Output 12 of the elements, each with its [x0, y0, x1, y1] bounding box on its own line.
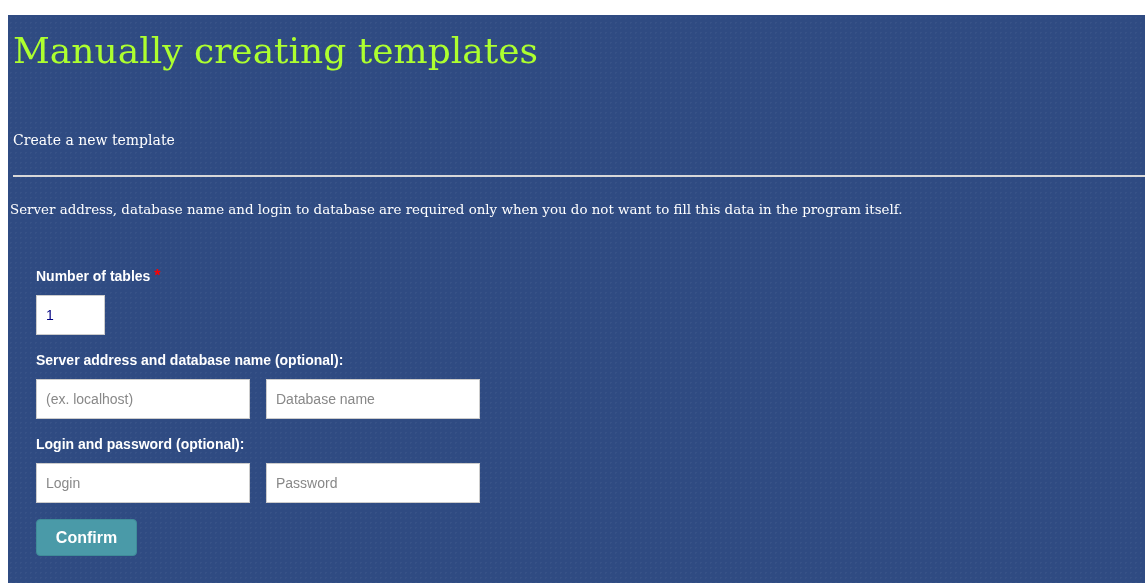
field-label: Server address and database name (optional):	[36, 351, 344, 371]
subtitle: Create a new template	[12, 131, 176, 151]
description-text: Server address, database name and login to database are required only when you do not want to fill this data in the program itself.	[10, 201, 904, 220]
input-field[interactable]: 1	[36, 295, 105, 336]
field-label: Number of tables	[36, 267, 151, 287]
field-label: Login and password (optional):	[36, 435, 245, 455]
page-title: Manually creating templates	[12, 29, 539, 73]
input-field[interactable]: (ex. localhost)	[36, 379, 250, 420]
input-field[interactable]: Database name	[266, 379, 480, 420]
required-mark: *	[154, 267, 161, 285]
input-field[interactable]: Login	[36, 463, 250, 504]
input-field[interactable]: Password	[266, 463, 480, 504]
